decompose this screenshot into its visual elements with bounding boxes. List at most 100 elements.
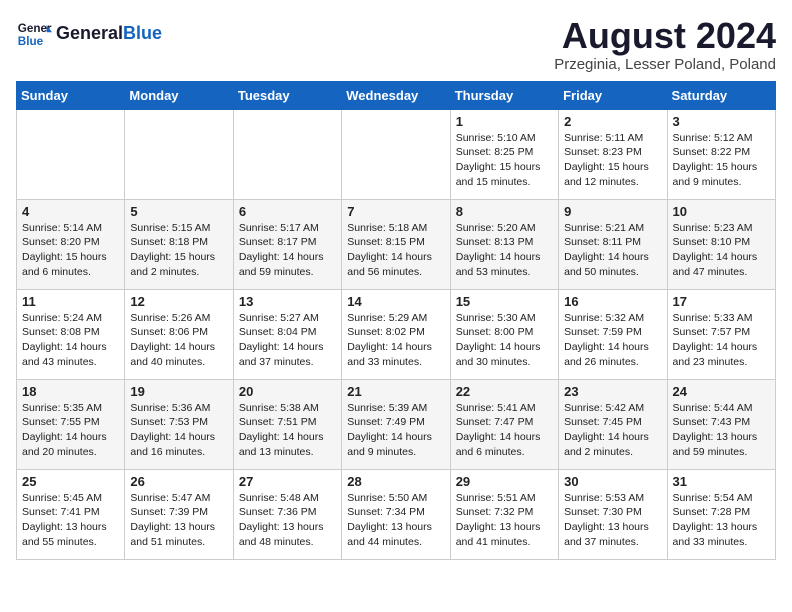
- day-info: Sunrise: 5:53 AM Sunset: 7:30 PM Dayligh…: [564, 491, 661, 550]
- day-info: Sunrise: 5:32 AM Sunset: 7:59 PM Dayligh…: [564, 311, 661, 370]
- day-header-friday: Friday: [559, 81, 667, 109]
- calendar-cell: [17, 109, 125, 199]
- day-info: Sunrise: 5:11 AM Sunset: 8:23 PM Dayligh…: [564, 131, 661, 190]
- day-number: 25: [22, 474, 119, 489]
- day-info: Sunrise: 5:44 AM Sunset: 7:43 PM Dayligh…: [673, 401, 770, 460]
- day-number: 11: [22, 294, 119, 309]
- day-number: 30: [564, 474, 661, 489]
- day-info: Sunrise: 5:33 AM Sunset: 7:57 PM Dayligh…: [673, 311, 770, 370]
- calendar-cell: 9Sunrise: 5:21 AM Sunset: 8:11 PM Daylig…: [559, 199, 667, 289]
- day-info: Sunrise: 5:14 AM Sunset: 8:20 PM Dayligh…: [22, 221, 119, 280]
- header: General Blue GeneralBlue August 2024 Prz…: [16, 16, 776, 73]
- day-info: Sunrise: 5:54 AM Sunset: 7:28 PM Dayligh…: [673, 491, 770, 550]
- calendar-cell: 20 Sunrise: 5:38 AM Sunset: 7:51 PM Dayli…: [233, 379, 341, 469]
- calendar-cell: 30 Sunrise: 5:53 AM Sunset: 7:30 PM Dayli…: [559, 469, 667, 559]
- day-number: 2: [564, 114, 661, 129]
- week-row-4: 18 Sunrise: 5:35 AM Sunset: 7:55 PM Dayli…: [17, 379, 776, 469]
- day-number: 26: [130, 474, 227, 489]
- day-info: Sunrise: 5:41 AM Sunset: 7:47 PM Dayligh…: [456, 401, 553, 460]
- calendar-cell: 10 Sunrise: 5:23 AM Sunset: 8:10 PM Dayli…: [667, 199, 775, 289]
- day-number: 20: [239, 384, 336, 399]
- day-number: 21: [347, 384, 444, 399]
- week-row-2: 4 Sunrise: 5:14 AM Sunset: 8:20 PM Daylig…: [17, 199, 776, 289]
- calendar-cell: 15Sunrise: 5:30 AM Sunset: 8:00 PM Dayli…: [450, 289, 558, 379]
- day-info: Sunrise: 5:24 AM Sunset: 8:08 PM Dayligh…: [22, 311, 119, 370]
- calendar-cell: 17 Sunrise: 5:33 AM Sunset: 7:57 PM Dayli…: [667, 289, 775, 379]
- day-info: Sunrise: 5:17 AM Sunset: 8:17 PM Dayligh…: [239, 221, 336, 280]
- day-number: 14: [347, 294, 444, 309]
- day-number: 4: [22, 204, 119, 219]
- calendar-cell: 26 Sunrise: 5:47 AM Sunset: 7:39 PM Dayli…: [125, 469, 233, 559]
- day-info: Sunrise: 5:36 AM Sunset: 7:53 PM Dayligh…: [130, 401, 227, 460]
- calendar-body: 1Sunrise: 5:10 AM Sunset: 8:25 PM Daylig…: [17, 109, 776, 559]
- day-number: 8: [456, 204, 553, 219]
- day-number: 28: [347, 474, 444, 489]
- calendar-cell: 25 Sunrise: 5:45 AM Sunset: 7:41 PM Dayli…: [17, 469, 125, 559]
- logo: General Blue GeneralBlue: [16, 16, 162, 52]
- calendar-cell: 6 Sunrise: 5:17 AM Sunset: 8:17 PM Daylig…: [233, 199, 341, 289]
- day-number: 15: [456, 294, 553, 309]
- day-info: Sunrise: 5:23 AM Sunset: 8:10 PM Dayligh…: [673, 221, 770, 280]
- day-info: Sunrise: 5:29 AM Sunset: 8:02 PM Dayligh…: [347, 311, 444, 370]
- day-number: 9: [564, 204, 661, 219]
- calendar-cell: 23 Sunrise: 5:42 AM Sunset: 7:45 PM Dayli…: [559, 379, 667, 469]
- day-info: Sunrise: 5:47 AM Sunset: 7:39 PM Dayligh…: [130, 491, 227, 550]
- calendar-cell: 13 Sunrise: 5:27 AM Sunset: 8:04 PM Dayli…: [233, 289, 341, 379]
- month-title: August 2024: [554, 16, 776, 56]
- day-number: 6: [239, 204, 336, 219]
- day-info: Sunrise: 5:15 AM Sunset: 8:18 PM Dayligh…: [130, 221, 227, 280]
- calendar-cell: 19 Sunrise: 5:36 AM Sunset: 7:53 PM Dayli…: [125, 379, 233, 469]
- day-number: 12: [130, 294, 227, 309]
- day-number: 27: [239, 474, 336, 489]
- day-info: Sunrise: 5:45 AM Sunset: 7:41 PM Dayligh…: [22, 491, 119, 550]
- calendar-cell: 16Sunrise: 5:32 AM Sunset: 7:59 PM Dayli…: [559, 289, 667, 379]
- calendar-cell: [342, 109, 450, 199]
- day-info: Sunrise: 5:27 AM Sunset: 8:04 PM Dayligh…: [239, 311, 336, 370]
- day-header-sunday: Sunday: [17, 81, 125, 109]
- calendar-cell: 14 Sunrise: 5:29 AM Sunset: 8:02 PM Dayli…: [342, 289, 450, 379]
- day-header-monday: Monday: [125, 81, 233, 109]
- calendar-cell: 31Sunrise: 5:54 AM Sunset: 7:28 PM Dayli…: [667, 469, 775, 559]
- week-row-5: 25 Sunrise: 5:45 AM Sunset: 7:41 PM Dayli…: [17, 469, 776, 559]
- day-number: 5: [130, 204, 227, 219]
- calendar-cell: 1Sunrise: 5:10 AM Sunset: 8:25 PM Daylig…: [450, 109, 558, 199]
- logo-text: GeneralBlue: [56, 24, 162, 44]
- day-number: 17: [673, 294, 770, 309]
- day-header-thursday: Thursday: [450, 81, 558, 109]
- day-number: 18: [22, 384, 119, 399]
- calendar-cell: 7 Sunrise: 5:18 AM Sunset: 8:15 PM Daylig…: [342, 199, 450, 289]
- day-number: 24: [673, 384, 770, 399]
- location: Przeginia, Lesser Poland, Poland: [554, 56, 776, 73]
- day-info: Sunrise: 5:42 AM Sunset: 7:45 PM Dayligh…: [564, 401, 661, 460]
- calendar-cell: 24 Sunrise: 5:44 AM Sunset: 7:43 PM Dayli…: [667, 379, 775, 469]
- calendar-cell: 18 Sunrise: 5:35 AM Sunset: 7:55 PM Dayli…: [17, 379, 125, 469]
- day-info: Sunrise: 5:18 AM Sunset: 8:15 PM Dayligh…: [347, 221, 444, 280]
- day-number: 19: [130, 384, 227, 399]
- logo-icon: General Blue: [16, 16, 52, 52]
- day-info: Sunrise: 5:50 AM Sunset: 7:34 PM Dayligh…: [347, 491, 444, 550]
- day-header-row: SundayMondayTuesdayWednesdayThursdayFrid…: [17, 81, 776, 109]
- day-number: 10: [673, 204, 770, 219]
- week-row-1: 1Sunrise: 5:10 AM Sunset: 8:25 PM Daylig…: [17, 109, 776, 199]
- calendar-cell: 29 Sunrise: 5:51 AM Sunset: 7:32 PM Dayli…: [450, 469, 558, 559]
- calendar-cell: 28 Sunrise: 5:50 AM Sunset: 7:34 PM Dayli…: [342, 469, 450, 559]
- calendar-cell: 3Sunrise: 5:12 AM Sunset: 8:22 PM Daylig…: [667, 109, 775, 199]
- day-info: Sunrise: 5:48 AM Sunset: 7:36 PM Dayligh…: [239, 491, 336, 550]
- calendar-cell: [125, 109, 233, 199]
- day-info: Sunrise: 5:12 AM Sunset: 8:22 PM Dayligh…: [673, 131, 770, 190]
- calendar-cell: [233, 109, 341, 199]
- day-info: Sunrise: 5:38 AM Sunset: 7:51 PM Dayligh…: [239, 401, 336, 460]
- calendar-table: SundayMondayTuesdayWednesdayThursdayFrid…: [16, 81, 776, 560]
- title-area: August 2024 Przeginia, Lesser Poland, Po…: [554, 16, 776, 73]
- day-info: Sunrise: 5:39 AM Sunset: 7:49 PM Dayligh…: [347, 401, 444, 460]
- day-number: 29: [456, 474, 553, 489]
- day-header-saturday: Saturday: [667, 81, 775, 109]
- day-info: Sunrise: 5:51 AM Sunset: 7:32 PM Dayligh…: [456, 491, 553, 550]
- calendar-cell: 5 Sunrise: 5:15 AM Sunset: 8:18 PM Daylig…: [125, 199, 233, 289]
- day-number: 13: [239, 294, 336, 309]
- calendar-cell: 21 Sunrise: 5:39 AM Sunset: 7:49 PM Dayli…: [342, 379, 450, 469]
- day-info: Sunrise: 5:35 AM Sunset: 7:55 PM Dayligh…: [22, 401, 119, 460]
- day-number: 7: [347, 204, 444, 219]
- calendar-cell: 8Sunrise: 5:20 AM Sunset: 8:13 PM Daylig…: [450, 199, 558, 289]
- day-number: 23: [564, 384, 661, 399]
